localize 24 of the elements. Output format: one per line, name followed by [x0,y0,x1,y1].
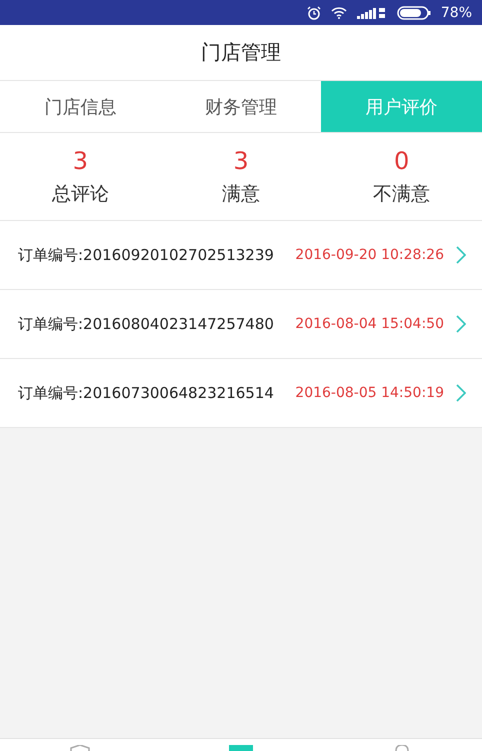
page-title: 门店管理 [201,39,281,66]
order-time: 2016-08-05 14:50:19 [295,385,444,401]
stat-label: 不满意 [373,182,430,206]
alarm-icon [306,6,321,20]
wifi-icon [330,6,347,18]
order-number: 订单编号:20160730064823216514 [18,384,275,402]
stat-label: 满意 [222,182,260,206]
stat-value: 3 [233,146,249,174]
order-time: 2016-08-04 15:04:50 [295,316,444,332]
order-row[interactable]: 订单编号:20160730064823216514 2016-08-05 14:50:19 [0,359,482,428]
stat-label: 总评论 [52,182,109,206]
stat-value: 0 [394,146,410,174]
battery-level: 78% [440,4,472,20]
battery-icon [396,6,431,20]
chevron-right-icon [456,384,466,402]
order-time: 2016-09-20 10:28:26 [295,247,444,263]
signal-icon [356,6,387,18]
order-row[interactable]: 订单编号:20160920102702513239 2016-09-20 10:28:26 [0,221,482,290]
chevron-right-icon [456,246,466,264]
stat-value: 3 [72,146,88,174]
order-number: 订单编号:20160804023147257480 [18,314,275,334]
order-row[interactable]: 订单编号:20160804023147257480 2016-08-04 15:04:50 [0,290,482,359]
chevron-right-icon [456,315,466,333]
order-number: 订单编号:20160920102702513239 [18,246,275,264]
